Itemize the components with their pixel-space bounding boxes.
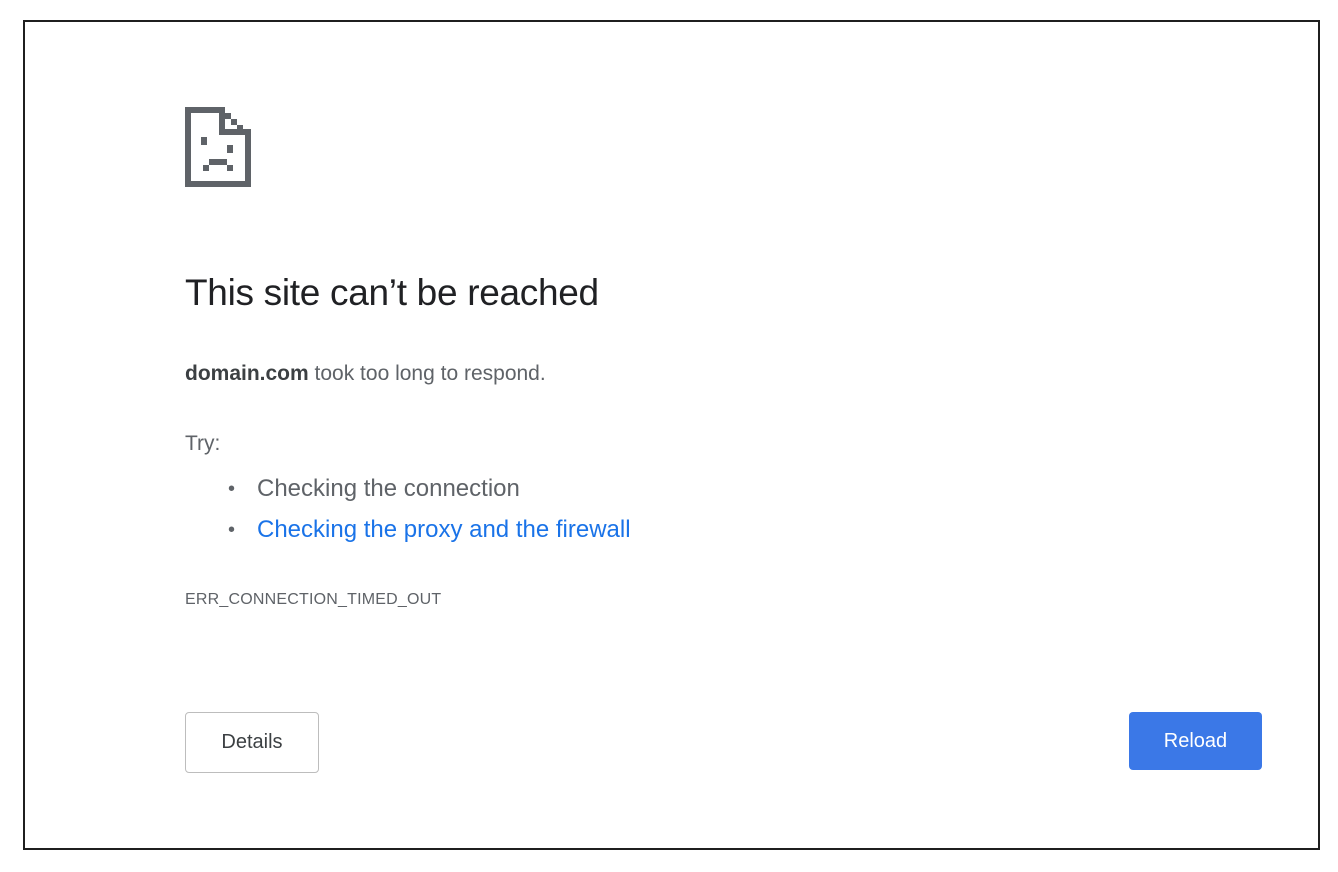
suggestion-check-connection: • Checking the connection (228, 471, 631, 512)
sad-page-icon (185, 107, 251, 187)
suggestion-link-label[interactable]: Checking the proxy and the firewall (257, 516, 631, 543)
suggestions-list: • Checking the connection • Checking the… (185, 471, 631, 553)
error-code: ERR_CONNECTION_TIMED_OUT (185, 591, 442, 608)
error-content: This site can’t be reached domain.com to… (185, 22, 1285, 848)
bullet-icon: • (228, 519, 236, 541)
suggestion-label: Checking the connection (257, 475, 520, 502)
error-message: domain.com took too long to respond. (185, 362, 546, 386)
bullet-icon: • (228, 478, 236, 500)
reload-button[interactable]: Reload (1129, 712, 1262, 770)
error-page-frame: This site can’t be reached domain.com to… (23, 20, 1320, 850)
suggestion-check-proxy-firewall-link[interactable]: • Checking the proxy and the firewall (228, 512, 631, 553)
page-title: This site can’t be reached (185, 272, 599, 313)
error-message-text: took too long to respond. (308, 362, 546, 385)
details-button[interactable]: Details (185, 712, 319, 773)
error-domain: domain.com (185, 362, 309, 385)
try-label: Try: (185, 432, 221, 455)
